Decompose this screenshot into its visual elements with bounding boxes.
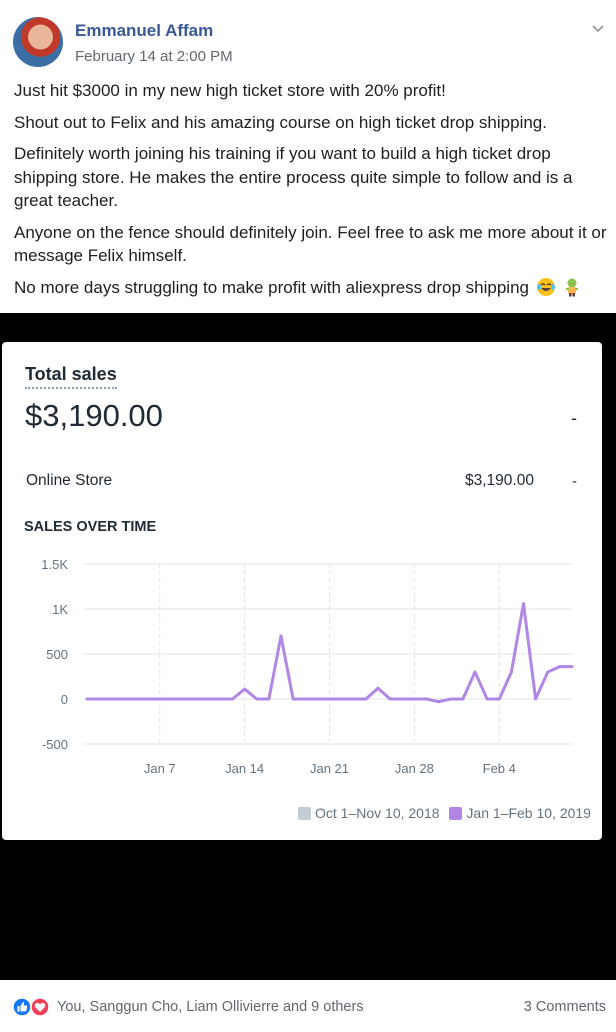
x-tick-label: Jan 14 [225,761,264,776]
data-point [243,687,247,691]
legend-label-previous: Oct 1–Nov 10, 2018 [315,805,440,821]
online-store-value: $3,190.00 [465,472,534,489]
data-point [170,697,174,701]
data-point [158,697,162,701]
data-point [291,697,295,701]
data-point [85,697,89,701]
data-point [122,697,125,701]
post-paragraph-last: No more days struggling to make profit w… [14,276,609,300]
data-point [558,665,562,668]
sales-chart[interactable]: 1.5K 1K 500 0 -500 Jan 7 Jan 14 Jan 21 Jan 28 Feb… [2,542,602,792]
data-point [206,697,210,701]
author-name[interactable]: Emmanuel Affam [75,21,213,41]
data-point [134,697,137,701]
legend-swatch-previous [298,807,311,820]
data-point [255,697,259,701]
y-tick-label: 1K [52,602,68,617]
legend-item-current[interactable]: Jan 1–Feb 10, 2019 [449,805,591,821]
legend-label-current: Jan 1–Feb 10, 2019 [466,805,591,821]
data-point [546,670,550,674]
online-store-change: - [572,473,577,490]
post-paragraph: Just hit $3000 in my new high ticket sto… [14,81,446,100]
post-paragraph-text: No more days struggling to make profit w… [14,277,529,297]
total-sales-change: - [571,408,577,428]
data-point [328,697,331,701]
data-point [231,697,234,701]
post-footer: You, Sanggun Cho, Liam Ollivierre and 9 … [0,980,616,1032]
data-point [485,697,489,701]
data-point [425,697,428,701]
data-point [449,697,453,701]
data-point [97,697,101,701]
post-header: Emmanuel Affam February 14 at 2:00 PM [0,0,616,75]
data-point [510,670,513,674]
zombie-icon [566,278,579,296]
data-point [279,634,283,638]
legend-swatch-current [449,807,463,820]
post-timestamp[interactable]: February 14 at 2:00 PM [75,48,233,65]
reactions-icons[interactable] [12,997,52,1017]
analytics-card: Total sales $3,190.00 - Online Store $3,… [2,342,602,840]
data-point [437,700,440,704]
x-tick-label: Jan 28 [395,761,434,776]
data-point [352,697,356,701]
y-tick-label: 1.5K [41,557,68,572]
post-body: Just hit $3000 in my new high ticket sto… [14,79,609,307]
data-point [388,697,392,701]
data-point [376,686,380,690]
chart-legend: Oct 1–Nov 10, 2018 Jan 1–Feb 10, 2019 [298,805,597,821]
data-point [303,697,307,701]
data-point [364,697,368,701]
y-tick-label: -500 [42,737,68,752]
data-point [182,697,186,701]
comments-count[interactable]: 3 Comments [524,999,606,1015]
online-store-label: Online Store [26,472,113,489]
y-tick-label: 500 [46,647,68,662]
total-sales-title[interactable]: Total sales [25,364,117,389]
data-point [461,697,465,701]
y-tick-label: 0 [61,692,68,707]
post-paragraph: Anyone on the fence should definitely jo… [14,222,607,266]
data-point [522,602,525,605]
data-point [267,697,271,701]
data-point [146,697,150,701]
like-icon [12,997,32,1017]
x-tick-label: Jan 7 [144,761,176,776]
sales-over-time-title: SALES OVER TIME [24,519,157,535]
data-point [497,697,501,701]
data-point [194,697,198,701]
x-tick-label: Jan 21 [310,761,349,776]
post-paragraph: Definitely worth joining his training if… [14,144,573,210]
reaction-names[interactable]: You, Sanggun Cho, Liam Ollivierre and 9 … [57,999,364,1015]
x-tick-label: Feb 4 [483,761,516,776]
data-point [413,697,416,701]
data-point [316,697,319,701]
data-point [400,697,404,701]
total-sales-value: $3,190.00 [25,398,163,433]
data-point [473,670,477,674]
data-point [219,697,222,701]
data-point [109,697,113,701]
legend-item-previous[interactable]: Oct 1–Nov 10, 2018 [298,805,440,821]
avatar[interactable] [13,17,63,67]
data-point [534,697,537,701]
data-point [570,665,574,668]
chevron-down-icon[interactable] [590,20,606,36]
face-with-tears-of-joy-icon [536,277,555,296]
love-icon [30,997,50,1017]
data-point [340,697,343,701]
post-paragraph: Shout out to Felix and his amazing cours… [14,112,547,132]
